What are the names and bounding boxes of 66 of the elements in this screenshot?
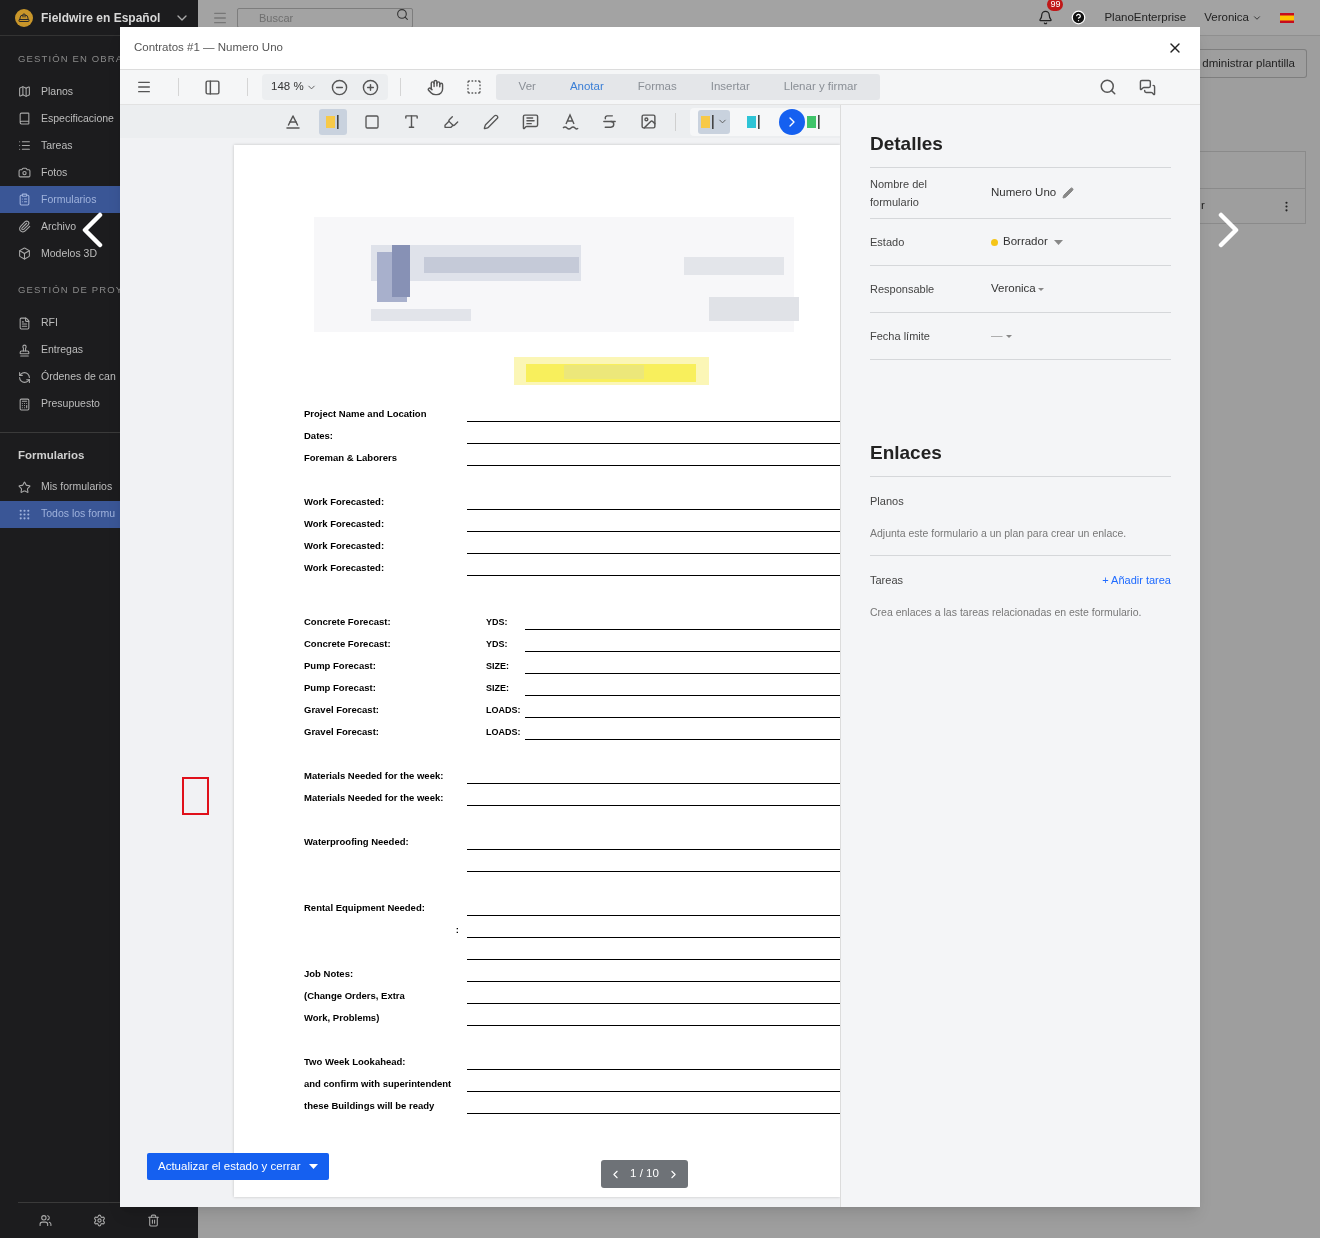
form-label: and confirm with superintendent	[304, 1077, 453, 1091]
form-label: (Change Orders, Extra	[304, 989, 406, 1003]
panel-heading: Detalles	[870, 131, 1171, 168]
add-task-link[interactable]: + Añadir tarea	[1102, 572, 1171, 589]
user-menu[interactable]: Veronica	[1204, 8, 1262, 27]
form-label: Job Notes:	[304, 967, 355, 981]
sidebar-item[interactable]: Fotos	[0, 159, 198, 187]
section-title: GESTIÓN DE PROY	[17, 283, 125, 298]
form-label: Work Forecasted:	[304, 517, 386, 531]
section-title: Formularios	[17, 447, 86, 463]
sidebar-item[interactable]: Modelos 3D	[0, 240, 198, 268]
form-label: Waterproofing Needed:	[304, 835, 410, 849]
hint-text: Crea enlaces a las tareas relacionadas en este formulario.	[870, 604, 1143, 620]
form-label: Pump Forecast:	[304, 659, 377, 673]
row-text: r	[1200, 198, 1205, 214]
form-label: Gravel Forecast:	[304, 703, 380, 717]
link-section-label: Tareas	[870, 573, 904, 589]
update-status-button[interactable]: Actualizar el estado y cerrar	[147, 1153, 329, 1180]
form-label: Two Week Lookahead:	[304, 1055, 407, 1069]
form-label: Dates:	[304, 429, 335, 443]
field-label: Fecha límite	[870, 329, 931, 344]
form-label: Work Forecasted:	[304, 539, 386, 553]
form-label: Materials Needed for the week:	[304, 791, 445, 805]
field-value: Numero Uno	[991, 185, 1057, 201]
sidebar-item[interactable]: Órdenes de can	[0, 363, 198, 391]
hint-text: Adjunta este formulario a un plan para crear un enlace.	[870, 525, 1128, 541]
unit-label: LOADS:	[486, 726, 522, 739]
unit-label: YDS:	[486, 638, 509, 651]
form-label: Work Forecasted:	[304, 561, 386, 575]
form-label: Work Forecasted:	[304, 495, 386, 509]
sidebar-item[interactable]: Especificacione	[0, 105, 198, 133]
status-dropdown[interactable]: Borrador	[1003, 233, 1063, 251]
notification-count: 99	[1047, 0, 1064, 11]
form-label: Concrete Forecast:	[304, 637, 392, 651]
unit-label: SIZE:	[486, 660, 510, 673]
unit-label: SIZE:	[486, 682, 510, 695]
plan-name: PlanoEnterprise	[1104, 9, 1187, 25]
form-label: these Buildings will be ready	[304, 1099, 436, 1113]
dialog-title: Contratos #1 — Numero Uno	[134, 40, 283, 56]
sidebar-item[interactable]: Presupuesto	[0, 390, 198, 418]
form-label: Project Name and Location	[304, 407, 428, 421]
sidebar-item[interactable]: Archivo	[0, 213, 198, 241]
zoom-level[interactable]: 148 %	[271, 78, 317, 96]
form-label: :	[454, 923, 460, 937]
unit-label: YDS:	[486, 616, 509, 629]
field-label: Responsable	[870, 282, 936, 297]
sidebar-item[interactable]: Tareas	[0, 132, 198, 160]
form-label: Materials Needed for the week:	[304, 769, 445, 783]
form-label: Work, Problems)	[304, 1011, 381, 1025]
sidebar-item[interactable]: Entregas	[0, 336, 198, 364]
sidebar-item[interactable]: Mis formularios	[0, 473, 198, 501]
form-label: Concrete Forecast:	[304, 615, 392, 629]
form-label: Gravel Forecast:	[304, 725, 380, 739]
sidebar-item[interactable]: RFI	[0, 309, 198, 337]
form-label: Pump Forecast:	[304, 681, 377, 695]
assignee-dropdown[interactable]: Veronica	[991, 280, 1044, 298]
workspace-name[interactable]: Fieldwire en Español	[41, 8, 161, 27]
unit-label: LOADS:	[486, 704, 522, 717]
link-section-label: Planos	[870, 494, 904, 509]
form-label: Foreman & Laborers	[304, 451, 398, 465]
page-indicator[interactable]: 1 / 10	[630, 1165, 659, 1183]
sidebar-item[interactable]: Planos	[0, 78, 198, 106]
panel-heading: Enlaces	[870, 440, 1171, 477]
field-label: Estado	[870, 235, 906, 250]
field-label: Nombre del formulario	[870, 177, 928, 210]
form-label: Rental Equipment Needed:	[304, 901, 426, 915]
